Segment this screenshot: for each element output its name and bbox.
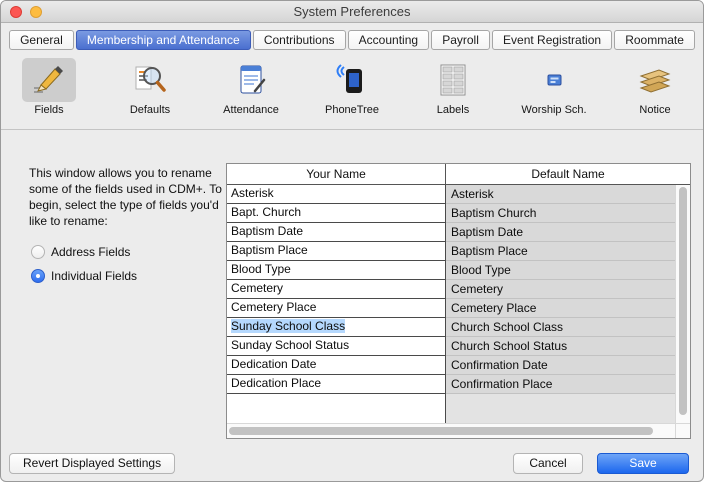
clipboard-icon bbox=[224, 58, 278, 102]
tab-bar: GeneralMembership and AttendanceContribu… bbox=[1, 23, 703, 53]
column-header-your-name: Your Name bbox=[227, 164, 446, 184]
table-row: Sunday School Class Church School Class bbox=[227, 318, 675, 337]
empty-your-name-area bbox=[227, 394, 446, 423]
default-name-cell: Asterisk bbox=[446, 185, 675, 204]
tab-accounting[interactable]: Accounting bbox=[348, 30, 430, 50]
your-name-cell[interactable]: Sunday School Status bbox=[227, 337, 446, 356]
table-empty-area bbox=[227, 394, 675, 423]
default-name-cell: Cemetery bbox=[446, 280, 675, 299]
window-title: System Preferences bbox=[1, 1, 703, 22]
table-row: Bapt. ChurchBaptism Church bbox=[227, 204, 675, 223]
toolbar-item-attendance[interactable]: Attendance bbox=[215, 58, 287, 125]
fields-table: Your Name Default Name AsteriskAsteriskB… bbox=[226, 163, 691, 439]
toolbar: Fields Defaults Attendance PhoneTree Labels W… bbox=[1, 53, 703, 130]
window-controls bbox=[10, 6, 42, 18]
table-row: Sunday School StatusChurch School Status bbox=[227, 337, 675, 356]
table-row: Dedication PlaceConfirmation Place bbox=[227, 375, 675, 394]
your-name-cell[interactable]: Sunday School Class bbox=[227, 318, 446, 337]
radio-button[interactable] bbox=[31, 245, 45, 259]
envelope-stack-icon bbox=[628, 58, 682, 102]
toolbar-item-notice[interactable]: Notice bbox=[619, 58, 691, 125]
close-button[interactable] bbox=[10, 6, 22, 18]
default-name-cell: Baptism Church bbox=[446, 204, 675, 223]
table-row: CemeteryCemetery bbox=[227, 280, 675, 299]
radio-option-address-fields[interactable]: Address Fields bbox=[31, 245, 137, 259]
default-name-cell: Cemetery Place bbox=[446, 299, 675, 318]
horizontal-scrollbar-thumb[interactable] bbox=[229, 427, 653, 435]
table-row: Blood TypeBlood Type bbox=[227, 261, 675, 280]
your-name-cell[interactable]: Blood Type bbox=[227, 261, 446, 280]
radio-option-individual-fields[interactable]: Individual Fields bbox=[31, 269, 137, 283]
worship-planner-icon bbox=[527, 58, 581, 102]
radio-button[interactable] bbox=[31, 269, 45, 283]
titlebar: System Preferences bbox=[1, 1, 703, 23]
vertical-scrollbar-thumb[interactable] bbox=[679, 187, 687, 415]
tab-membership-and-attendance[interactable]: Membership and Attendance bbox=[76, 30, 251, 50]
toolbar-item-defaults[interactable]: Defaults bbox=[114, 58, 186, 125]
toolbar-item-worship-sch[interactable]: Worship Sch. bbox=[518, 58, 590, 125]
toolbar-item-label: Attendance bbox=[215, 104, 287, 116]
phone-icon bbox=[325, 58, 379, 102]
toolbar-item-fields[interactable]: Fields bbox=[13, 58, 85, 125]
tab-contributions[interactable]: Contributions bbox=[253, 30, 346, 50]
table-row: Cemetery PlaceCemetery Place bbox=[227, 299, 675, 318]
toolbar-item-label: Defaults bbox=[114, 104, 186, 116]
your-name-cell[interactable]: Dedication Date bbox=[227, 356, 446, 375]
table-row: Dedication DateConfirmation Date bbox=[227, 356, 675, 375]
toolbar-item-label: Worship Sch. bbox=[518, 104, 590, 116]
tab-general[interactable]: General bbox=[9, 30, 74, 50]
toolbar-item-label: Labels bbox=[417, 104, 489, 116]
vertical-scrollbar[interactable] bbox=[675, 185, 690, 423]
selected-text: Sunday School Class bbox=[231, 319, 345, 333]
rename-instructions-text: This window allows you to rename some of… bbox=[29, 165, 225, 229]
toolbar-item-phonetree[interactable]: PhoneTree bbox=[316, 58, 388, 125]
default-name-cell: Church School Class bbox=[446, 318, 675, 337]
default-name-cell: Baptism Date bbox=[446, 223, 675, 242]
your-name-cell[interactable]: Asterisk bbox=[227, 185, 446, 204]
labels-sheet-icon bbox=[426, 58, 480, 102]
default-name-cell: Church School Status bbox=[446, 337, 675, 356]
save-button[interactable]: Save bbox=[597, 453, 689, 474]
default-name-cell: Confirmation Place bbox=[446, 375, 675, 394]
your-name-cell[interactable]: Dedication Place bbox=[227, 375, 446, 394]
tab-event-registration[interactable]: Event Registration bbox=[492, 30, 612, 50]
your-name-cell[interactable]: Bapt. Church bbox=[227, 204, 446, 223]
tab-roommate[interactable]: Roommate bbox=[614, 30, 695, 50]
table-header: Your Name Default Name bbox=[227, 164, 690, 185]
cancel-button[interactable]: Cancel bbox=[513, 453, 583, 474]
radio-label: Address Fields bbox=[51, 245, 130, 259]
empty-default-name-area bbox=[446, 394, 675, 423]
radio-group: Address Fields Individual Fields bbox=[31, 245, 137, 293]
system-preferences-window: System Preferences GeneralMembership and… bbox=[0, 0, 704, 482]
toolbar-item-label: PhoneTree bbox=[316, 104, 388, 116]
default-name-cell: Blood Type bbox=[446, 261, 675, 280]
toolbar-item-labels[interactable]: Labels bbox=[417, 58, 489, 125]
default-name-cell: Baptism Place bbox=[446, 242, 675, 261]
default-name-cell: Confirmation Date bbox=[446, 356, 675, 375]
pencil-icon bbox=[22, 58, 76, 102]
table-row: Baptism PlaceBaptism Place bbox=[227, 242, 675, 261]
table-body: AsteriskAsteriskBapt. ChurchBaptism Chur… bbox=[227, 185, 675, 423]
minimize-button[interactable] bbox=[30, 6, 42, 18]
radio-label: Individual Fields bbox=[51, 269, 137, 283]
revert-displayed-settings-button[interactable]: Revert Displayed Settings bbox=[9, 453, 175, 474]
toolbar-item-label: Notice bbox=[619, 104, 691, 116]
your-name-cell[interactable]: Cemetery bbox=[227, 280, 446, 299]
table-row: AsteriskAsterisk bbox=[227, 185, 675, 204]
table-row: Baptism DateBaptism Date bbox=[227, 223, 675, 242]
scrollbar-corner bbox=[675, 423, 690, 438]
magnifier-icon bbox=[123, 58, 177, 102]
your-name-cell[interactable]: Baptism Date bbox=[227, 223, 446, 242]
toolbar-item-label: Fields bbox=[13, 104, 85, 116]
horizontal-scrollbar[interactable] bbox=[227, 423, 675, 438]
tab-payroll[interactable]: Payroll bbox=[431, 30, 490, 50]
your-name-cell[interactable]: Cemetery Place bbox=[227, 299, 446, 318]
column-header-default-name: Default Name bbox=[446, 164, 690, 184]
your-name-cell[interactable]: Baptism Place bbox=[227, 242, 446, 261]
